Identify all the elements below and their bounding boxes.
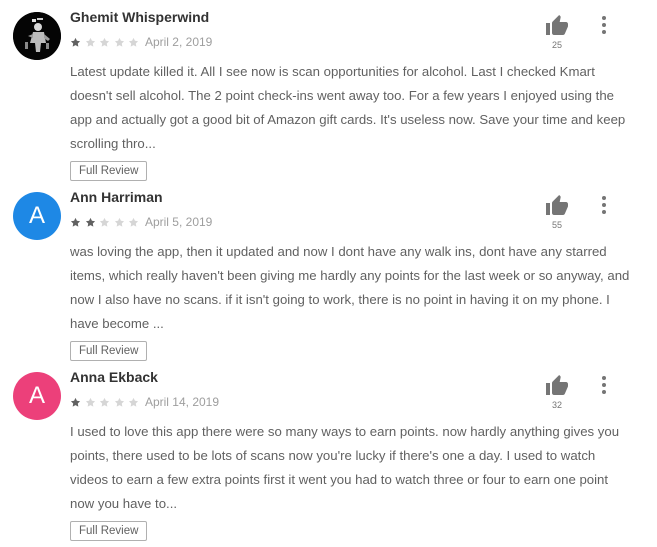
rating-row: April 2, 2019	[70, 34, 212, 50]
full-review-button[interactable]: Full Review	[70, 521, 148, 541]
avatar-letter: A	[28, 202, 45, 229]
more-options-icon[interactable]	[596, 14, 612, 36]
star-rating	[70, 217, 143, 228]
avatar[interactable]: A	[13, 372, 61, 420]
more-options-icon[interactable]	[596, 194, 612, 216]
star-empty-icon	[85, 397, 95, 407]
avatar[interactable]: A	[13, 192, 61, 240]
helpful-count: 55	[551, 220, 562, 230]
reviewer-name: Ghemit Whisperwind	[70, 9, 210, 25]
review-date: April 5, 2019	[144, 215, 213, 229]
star-empty-icon	[114, 217, 124, 227]
helpful-count: 32	[551, 400, 562, 410]
rating-row: April 5, 2019	[70, 214, 212, 230]
reviewer-name: Anna Ekback	[70, 369, 158, 385]
review-card: Ghemit Whisperwind April 2, 2019 25 Late…	[0, 0, 657, 181]
review-card: A Anna Ekback April 14, 2019 32 I used t…	[0, 360, 657, 541]
star-rating	[70, 397, 143, 408]
review-text: Latest update killed it. All I see now i…	[70, 64, 626, 151]
star-filled-icon	[70, 37, 81, 47]
star-rating	[70, 37, 143, 48]
star-empty-icon	[129, 397, 139, 407]
review-text: was loving the app, then it updated and …	[70, 244, 630, 331]
user-photo-icon	[13, 12, 61, 60]
star-filled-icon	[70, 397, 81, 407]
star-empty-icon	[129, 217, 139, 227]
star-empty-icon	[129, 37, 139, 47]
star-empty-icon	[114, 397, 124, 407]
thumbs-up-icon[interactable]	[545, 374, 569, 398]
star-empty-icon	[100, 397, 110, 407]
review-card: A Ann Harriman April 5, 2019 55 was lovi…	[0, 180, 657, 361]
reviewer-name: Ann Harriman	[70, 189, 163, 205]
review-date: April 2, 2019	[144, 35, 213, 49]
star-empty-icon	[100, 37, 110, 47]
avatar-letter: A	[28, 382, 45, 409]
review-text: I used to love this app there were so ma…	[70, 424, 620, 511]
thumbs-up-icon[interactable]	[545, 194, 569, 218]
more-options-icon[interactable]	[596, 374, 612, 396]
star-filled-icon	[70, 217, 81, 227]
avatar[interactable]	[13, 12, 61, 60]
star-filled-icon	[85, 217, 95, 227]
helpful-count: 25	[551, 40, 562, 50]
star-empty-icon	[100, 217, 110, 227]
review-date: April 14, 2019	[144, 395, 220, 409]
star-empty-icon	[85, 37, 95, 47]
rating-row: April 14, 2019	[70, 394, 219, 410]
full-review-button[interactable]: Full Review	[70, 341, 148, 361]
full-review-button[interactable]: Full Review	[70, 161, 148, 181]
star-empty-icon	[114, 37, 124, 47]
thumbs-up-icon[interactable]	[545, 14, 569, 38]
